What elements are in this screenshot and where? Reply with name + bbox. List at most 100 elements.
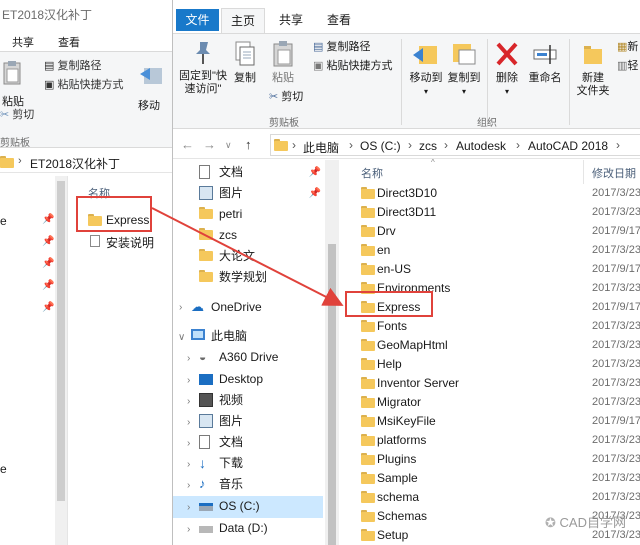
- chevron-right-icon[interactable]: ›: [187, 438, 190, 449]
- table-row[interactable]: en-US 2017/9/17: [341, 260, 640, 279]
- breadcrumb-os-c[interactable]: OS (C:): [360, 139, 401, 153]
- chevron-right-icon[interactable]: ›: [187, 417, 190, 428]
- paste-button[interactable]: 粘贴: [269, 40, 297, 85]
- table-row[interactable]: schema 2017/3/23: [341, 488, 640, 507]
- nav-item-documents-quick[interactable]: 文档 📌: [199, 162, 321, 183]
- table-row[interactable]: Sample 2017/3/23: [341, 469, 640, 488]
- copy-path-button[interactable]: ▤ 复制路径: [313, 40, 370, 54]
- address-input[interactable]: › 此电脑 › OS (C:) › zcs › Autodesk › AutoC…: [270, 134, 640, 156]
- new-item-button[interactable]: ▦新: [617, 40, 638, 54]
- cut-button[interactable]: ✂ 剪切: [269, 90, 303, 104]
- breadcrumb-autocad-2018[interactable]: AutoCAD 2018: [528, 139, 608, 153]
- table-row[interactable]: Direct3D11 2017/3/23: [341, 203, 640, 222]
- column-header-name[interactable]: 名称: [361, 165, 383, 181]
- table-row[interactable]: MsiKeyFile 2017/9/17: [341, 412, 640, 431]
- chevron-right-icon[interactable]: ›: [349, 138, 353, 152]
- table-row[interactable]: Fonts 2017/3/23: [341, 317, 640, 336]
- paste-button[interactable]: 粘贴: [2, 60, 26, 109]
- nav-item-documents[interactable]: 文档: [199, 432, 321, 453]
- table-row[interactable]: Direct3D10 2017/3/23: [341, 184, 640, 203]
- chevron-down-icon[interactable]: ∨: [178, 332, 185, 343]
- chevron-right-icon[interactable]: ›: [292, 138, 296, 152]
- back-arrow-icon[interactable]: ←: [181, 137, 194, 152]
- nav-item-this-pc[interactable]: 此电脑: [191, 326, 321, 347]
- nav-item-zcs[interactable]: zcs: [199, 225, 321, 246]
- rename-button[interactable]: 重命名: [525, 40, 565, 85]
- address-bar[interactable]: › ET2018汉化补丁: [0, 151, 172, 173]
- breadcrumb-zcs[interactable]: zcs: [419, 139, 437, 153]
- table-row[interactable]: en 2017/3/23: [341, 241, 640, 260]
- chevron-right-icon[interactable]: ›: [444, 138, 448, 152]
- nav-item-a360-drive[interactable]: ◒ A360 Drive: [199, 347, 321, 368]
- nav-item-math-programming[interactable]: 数学规划: [199, 267, 321, 288]
- nav-item-onedrive[interactable]: ☁ OneDrive: [191, 297, 321, 318]
- list-item[interactable]: 安装说明: [72, 231, 172, 251]
- nav-label-partial[interactable]: e: [0, 462, 7, 476]
- nav-item-data-d[interactable]: Data (D:): [199, 518, 321, 539]
- nav-item-pictures[interactable]: 图片: [199, 411, 321, 432]
- chevron-right-icon[interactable]: ›: [187, 524, 190, 535]
- chevron-right-icon[interactable]: ›: [187, 459, 190, 470]
- cut-button[interactable]: ✂ 剪切: [0, 108, 34, 122]
- nav-item-pictures-quick[interactable]: 图片 📌: [199, 183, 321, 204]
- delete-button[interactable]: 删除 ▾: [491, 40, 523, 98]
- chevron-right-icon[interactable]: ›: [187, 480, 190, 491]
- copy-path-button[interactable]: ▤ 复制路径: [44, 59, 101, 73]
- file-date: 2017/9/17: [592, 263, 640, 275]
- tab-home[interactable]: 主页: [221, 8, 265, 33]
- forward-arrow-icon[interactable]: →: [203, 137, 216, 152]
- paste-shortcut-button[interactable]: ▣ 粘贴快捷方式: [44, 78, 123, 92]
- copy-to-button[interactable]: 复制到 ▾: [445, 40, 483, 98]
- file-date: 2017/3/23: [592, 453, 640, 465]
- copy-button[interactable]: 复制: [231, 40, 259, 85]
- column-divider[interactable]: [583, 160, 584, 184]
- breadcrumb-this-pc[interactable]: 此电脑: [303, 139, 339, 156]
- chevron-right-icon[interactable]: ›: [516, 138, 520, 152]
- table-row[interactable]: Migrator 2017/3/23: [341, 393, 640, 412]
- scrollbar-thumb[interactable]: [57, 181, 65, 501]
- pictures-icon: [199, 186, 213, 200]
- chevron-down-icon: ▾: [504, 87, 509, 96]
- chevron-right-icon[interactable]: ›: [179, 302, 182, 313]
- chevron-right-icon[interactable]: ›: [187, 502, 190, 513]
- chevron-right-icon[interactable]: ›: [187, 353, 190, 364]
- tab-share[interactable]: 共享: [12, 34, 34, 50]
- move-to-button[interactable]: 移动: [138, 60, 172, 113]
- nav-item-os-c[interactable]: OS (C:): [199, 496, 321, 517]
- table-row[interactable]: GeoMapHtml 2017/3/23: [341, 336, 640, 355]
- scrollbar[interactable]: [55, 176, 67, 545]
- breadcrumb-autodesk[interactable]: Autodesk: [456, 139, 506, 153]
- easy-access-button[interactable]: ▥轻: [617, 59, 638, 73]
- breadcrumb[interactable]: ET2018汉化补丁: [30, 155, 120, 172]
- nav-item-music[interactable]: ♪ 音乐: [199, 474, 321, 495]
- chevron-right-icon[interactable]: ›: [616, 138, 620, 152]
- tab-file[interactable]: 文件: [176, 9, 219, 31]
- nav-item-desktop[interactable]: Desktop: [199, 369, 321, 390]
- paste-shortcut-button[interactable]: ▣ 粘贴快捷方式: [313, 59, 392, 73]
- chevron-down-icon[interactable]: ∨: [225, 140, 232, 151]
- tab-view[interactable]: 查看: [58, 34, 80, 50]
- table-row[interactable]: Help 2017/3/23: [341, 355, 640, 374]
- nav-scrollbar[interactable]: [325, 160, 339, 545]
- pin-quick-access-button[interactable]: 固定到"快 速访问": [175, 40, 231, 96]
- scissors-icon: ✂: [0, 109, 10, 121]
- nav-label-partial[interactable]: e: [0, 214, 7, 228]
- nav-item-downloads[interactable]: ↓ 下载: [199, 453, 321, 474]
- chevron-right-icon[interactable]: ›: [408, 138, 412, 152]
- move-to-button[interactable]: 移动到 ▾: [407, 40, 445, 98]
- chevron-right-icon[interactable]: ›: [187, 396, 190, 407]
- nav-item-thesis[interactable]: 大论文: [199, 246, 321, 267]
- tab-view[interactable]: 查看: [317, 8, 361, 33]
- nav-item-videos[interactable]: 视频: [199, 390, 321, 411]
- nav-item-petri[interactable]: petri: [199, 204, 321, 225]
- scrollbar-thumb[interactable]: [328, 244, 336, 545]
- tab-share[interactable]: 共享: [269, 8, 313, 33]
- chevron-right-icon[interactable]: ›: [187, 375, 190, 386]
- table-row[interactable]: Plugins 2017/3/23: [341, 450, 640, 469]
- new-folder-button[interactable]: 新建 文件夹: [573, 40, 613, 98]
- column-header-date[interactable]: 修改日期: [592, 165, 636, 181]
- table-row[interactable]: Inventor Server 2017/3/23: [341, 374, 640, 393]
- up-arrow-icon[interactable]: ↑: [245, 137, 252, 152]
- table-row[interactable]: Drv 2017/9/17: [341, 222, 640, 241]
- table-row[interactable]: platforms 2017/3/23: [341, 431, 640, 450]
